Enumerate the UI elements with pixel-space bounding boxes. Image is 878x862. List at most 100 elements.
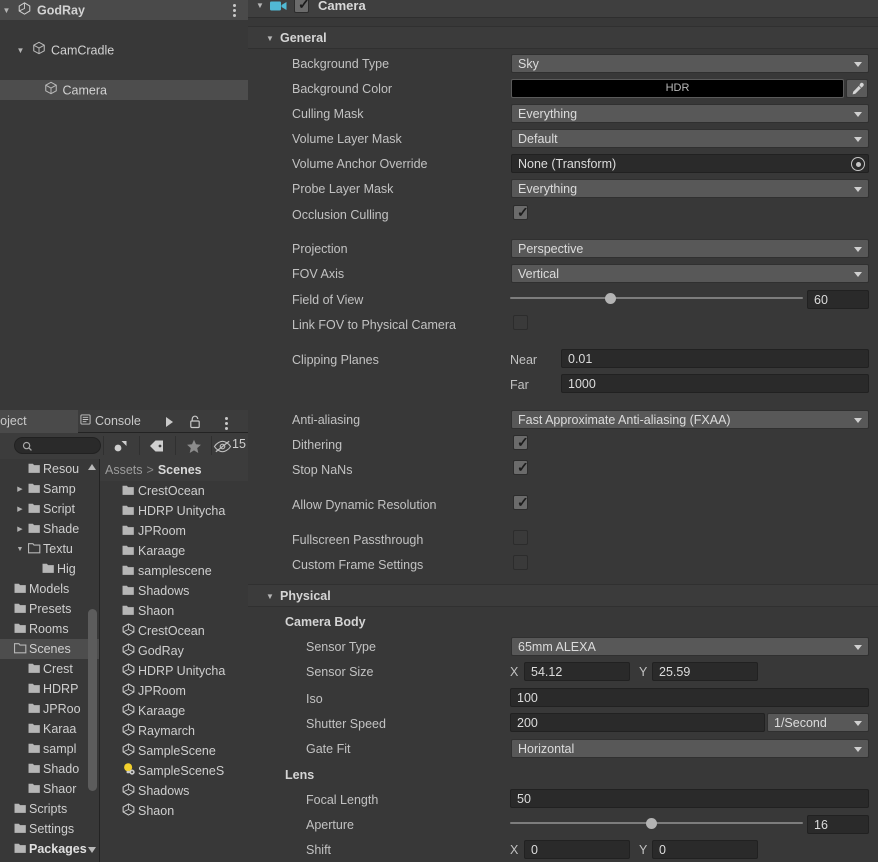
sensor-size-x-input[interactable]: 54.12: [524, 662, 630, 681]
filter-by-label-button[interactable]: [139, 436, 175, 455]
section-physical[interactable]: ▼ Physical: [248, 584, 878, 607]
allow-dynamic-resolution-checkbox[interactable]: ✓: [513, 494, 529, 510]
projection-dropdown[interactable]: Perspective: [511, 239, 869, 258]
chevron-down-icon[interactable]: ▼: [0, 1, 13, 21]
shift-x-input[interactable]: 0: [524, 840, 630, 859]
clipping-near-input[interactable]: 0.01: [561, 349, 869, 368]
chevron-down-icon[interactable]: ▼: [266, 27, 280, 50]
hierarchy-row-camera[interactable]: Camera: [0, 80, 248, 100]
project-tree-item[interactable]: Resou: [0, 459, 100, 479]
asset-list-item[interactable]: HDRP Unitycha: [100, 661, 248, 681]
asset-list-item[interactable]: SampleScene: [100, 741, 248, 761]
project-tree-item[interactable]: Models: [0, 579, 100, 599]
shutter-speed-unit-dropdown[interactable]: 1/Second: [767, 713, 869, 732]
object-picker-icon[interactable]: [851, 157, 865, 171]
project-tree-item[interactable]: HDRP: [0, 679, 100, 699]
asset-list-item[interactable]: Shaon: [100, 801, 248, 821]
fov-axis-dropdown[interactable]: Vertical: [511, 264, 869, 283]
project-tree-item[interactable]: ▼ Textu: [0, 539, 100, 559]
asset-list-item[interactable]: JPRoom: [100, 521, 248, 541]
hierarchy-row-scene[interactable]: ▼ GodRay: [0, 0, 248, 20]
project-tree-item[interactable]: Settings: [0, 819, 100, 839]
search-input[interactable]: [14, 437, 101, 454]
asset-list-item[interactable]: samplescene: [100, 561, 248, 581]
asset-list-item[interactable]: Karaage: [100, 541, 248, 561]
project-tree-item[interactable]: Shado: [0, 759, 100, 779]
project-tree-item[interactable]: Shaor: [0, 779, 100, 799]
project-menu-icon[interactable]: [225, 415, 228, 432]
chevron-right-icon[interactable]: ▶: [14, 520, 26, 540]
filter-by-type-button[interactable]: [103, 436, 139, 455]
lock-icon[interactable]: [189, 415, 201, 432]
chevron-right-icon[interactable]: ▶: [14, 480, 26, 500]
project-tree-item[interactable]: JPRoo: [0, 699, 100, 719]
scroll-down-icon[interactable]: [86, 844, 98, 856]
asset-list-item[interactable]: Karaage: [100, 701, 248, 721]
tab-console[interactable]: Console: [72, 410, 149, 433]
anti-aliasing-dropdown[interactable]: Fast Approximate Anti-aliasing (FXAA): [511, 410, 869, 429]
scroll-up-icon[interactable]: [86, 461, 98, 473]
chevron-down-icon[interactable]: ▼: [266, 585, 280, 608]
asset-list-item[interactable]: SampleSceneS: [100, 761, 248, 781]
stop-nans-checkbox[interactable]: ✓: [513, 459, 529, 475]
project-tree-item[interactable]: Scripts: [0, 799, 100, 819]
breadcrumb-root[interactable]: Assets: [105, 463, 143, 477]
asset-list-item[interactable]: Shaon: [100, 601, 248, 621]
play-arrow-icon[interactable]: [166, 417, 173, 427]
asset-list-item[interactable]: CrestOcean: [100, 481, 248, 501]
project-tree-item[interactable]: ▶ Shade: [0, 519, 100, 539]
background-color-swatch[interactable]: HDR: [511, 79, 844, 98]
project-tree-item[interactable]: ▶ Script: [0, 499, 100, 519]
aperture-slider-knob[interactable]: [645, 818, 657, 829]
tree-vertical-scrollbar[interactable]: [88, 609, 97, 791]
field-of-view-slider-knob[interactable]: [604, 293, 616, 304]
asset-list-item[interactable]: Shadows: [100, 781, 248, 801]
sensor-size-y-input[interactable]: 25.59: [652, 662, 758, 681]
camera-enabled-checkbox[interactable]: ✓: [294, 0, 310, 13]
sensor-type-dropdown[interactable]: 65mm ALEXA: [511, 637, 869, 656]
chevron-right-icon[interactable]: ▶: [14, 500, 26, 520]
hidden-items-button[interactable]: 15: [211, 436, 248, 455]
field-of-view-slider-track[interactable]: [510, 297, 803, 299]
chevron-down-icon[interactable]: ▼: [14, 41, 27, 61]
clipping-far-input[interactable]: 1000: [561, 374, 869, 393]
hierarchy-menu-icon[interactable]: [228, 2, 240, 18]
asset-list-item[interactable]: JPRoom: [100, 681, 248, 701]
link-fov-checkbox[interactable]: [513, 315, 528, 330]
shift-y-input[interactable]: 0: [652, 840, 758, 859]
volume-anchor-override-objectfield[interactable]: None (Transform): [511, 154, 869, 173]
aperture-value-input[interactable]: 16: [807, 815, 869, 834]
project-tree-item[interactable]: Crest: [0, 659, 100, 679]
focal-length-input[interactable]: 50: [510, 789, 869, 808]
project-tree-item[interactable]: Hig: [0, 559, 100, 579]
fullscreen-passthrough-checkbox[interactable]: [513, 530, 528, 545]
custom-frame-settings-checkbox[interactable]: [513, 555, 528, 570]
project-tree-item[interactable]: Karaa: [0, 719, 100, 739]
chevron-down-icon[interactable]: ▼: [256, 1, 264, 10]
asset-list-item[interactable]: CrestOcean: [100, 621, 248, 641]
section-general[interactable]: ▼ General: [248, 26, 878, 49]
filter-favorites-button[interactable]: [175, 436, 211, 455]
gate-fit-dropdown[interactable]: Horizontal: [511, 739, 869, 758]
iso-input[interactable]: 100: [510, 688, 869, 707]
project-tree-item[interactable]: Packages: [0, 839, 100, 859]
asset-list-item[interactable]: HDRP Unitycha: [100, 501, 248, 521]
tab-project[interactable]: roject: [0, 410, 78, 433]
occlusion-culling-checkbox[interactable]: ✓: [513, 204, 529, 220]
eyedropper-button[interactable]: [846, 79, 868, 98]
background-type-dropdown[interactable]: Sky: [511, 54, 869, 73]
project-tree-item[interactable]: Rooms: [0, 619, 100, 639]
project-tree-item[interactable]: sampl: [0, 739, 100, 759]
culling-mask-dropdown[interactable]: Everything: [511, 104, 869, 123]
dithering-checkbox[interactable]: ✓: [513, 434, 529, 450]
asset-list-item[interactable]: GodRay: [100, 641, 248, 661]
shutter-speed-input[interactable]: 200: [510, 713, 765, 732]
probe-layer-mask-dropdown[interactable]: Everything: [511, 179, 869, 198]
hierarchy-row-camcradle[interactable]: ▼ CamCradle: [0, 40, 248, 60]
project-tree-item[interactable]: Presets: [0, 599, 100, 619]
asset-list-item[interactable]: Raymarch: [100, 721, 248, 741]
asset-list-item[interactable]: Shadows: [100, 581, 248, 601]
field-of-view-value-input[interactable]: 60: [807, 290, 869, 309]
project-tree-item[interactable]: Scenes: [0, 639, 100, 659]
project-tree-item[interactable]: ▶ Samp: [0, 479, 100, 499]
